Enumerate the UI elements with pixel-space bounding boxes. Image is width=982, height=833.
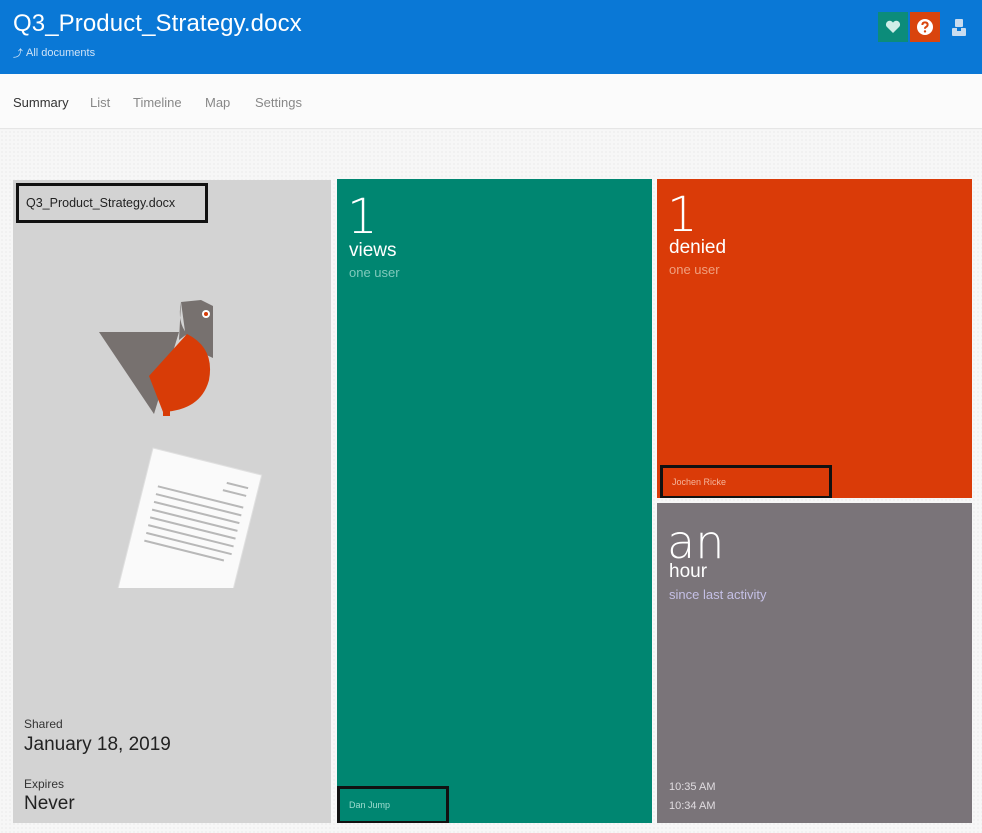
views-count: 1	[347, 189, 378, 245]
favorite-button[interactable]	[878, 12, 908, 42]
activity-amount: an	[667, 515, 725, 569]
views-tile[interactable]: 1 views one user Dan Jump	[337, 179, 652, 823]
document-tile: Q3_Product_Strategy.docx Shared January …	[13, 180, 331, 823]
tab-list[interactable]: List	[90, 95, 110, 110]
denied-label: denied	[669, 237, 727, 258]
denied-user-link[interactable]: Jochen Ricke	[660, 465, 832, 498]
expires-label: Expires	[24, 777, 65, 791]
denied-subtitle: one user	[669, 262, 720, 277]
tab-settings[interactable]: Settings	[255, 95, 302, 110]
header-bar: Q3_Product_Strategy.docx ⤴ All documents	[0, 0, 982, 74]
shared-date: January 18, 2019	[24, 734, 171, 755]
activity-time: 10:35 AM	[669, 781, 716, 793]
denied-tile[interactable]: 1 denied one user Jochen Ricke	[657, 179, 972, 498]
denied-count: 1	[667, 187, 698, 243]
all-documents-label: All documents	[26, 46, 96, 59]
heart-icon	[885, 20, 901, 33]
tab-summary[interactable]: Summary	[13, 95, 69, 110]
expires-value: Never	[24, 793, 75, 814]
pigeon-document-illustration	[99, 300, 263, 588]
views-subtitle: one user	[349, 265, 400, 280]
question-icon	[917, 19, 933, 35]
tab-bar: Summary List Timeline Map Settings	[0, 74, 982, 129]
viewer-user-link[interactable]: Dan Jump	[337, 786, 449, 823]
shared-label: Shared	[24, 717, 63, 731]
activity-unit: hour	[669, 561, 708, 582]
user-account-button[interactable]	[944, 12, 974, 42]
document-name[interactable]: Q3_Product_Strategy.docx	[16, 183, 208, 223]
help-button[interactable]	[910, 12, 940, 42]
all-documents-link[interactable]: ⤴ All documents	[13, 45, 96, 61]
views-label: views	[349, 240, 397, 261]
return-arrow-icon: ⤴	[13, 49, 23, 60]
tab-timeline[interactable]: Timeline	[133, 95, 182, 110]
user-icon	[952, 19, 966, 36]
tab-map[interactable]: Map	[205, 95, 230, 110]
activity-subtitle: since last activity	[669, 587, 767, 602]
last-activity-tile: an hour since last activity 10:35 AM 10:…	[657, 503, 972, 823]
activity-time: 10:34 AM	[669, 800, 716, 812]
page-title: Q3_Product_Strategy.docx	[13, 10, 302, 37]
